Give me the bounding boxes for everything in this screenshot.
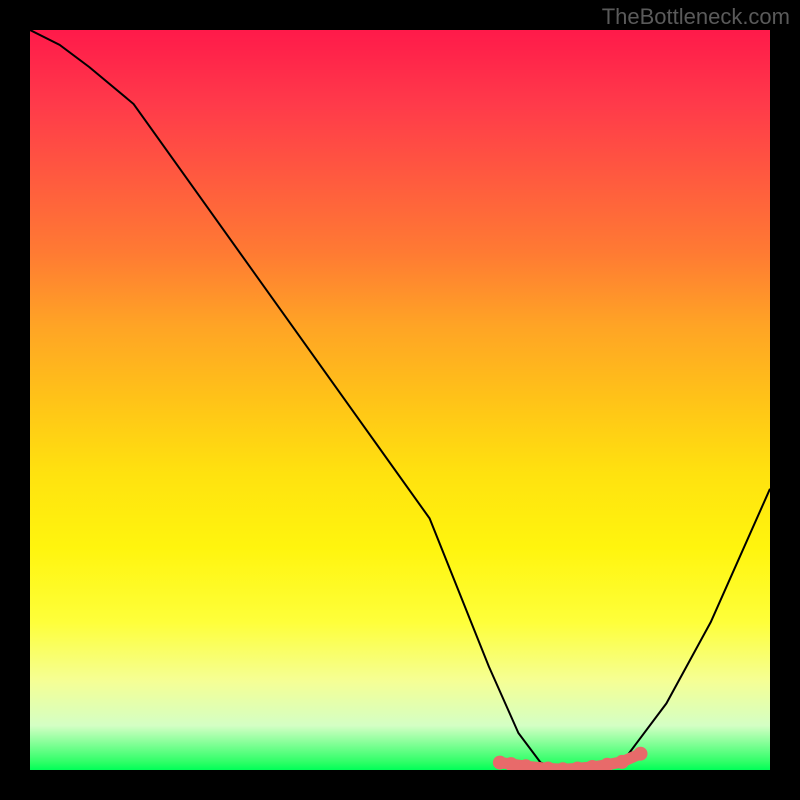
plot-area	[30, 30, 770, 770]
watermark-text: TheBottleneck.com	[602, 4, 790, 30]
background-gradient	[30, 30, 770, 770]
